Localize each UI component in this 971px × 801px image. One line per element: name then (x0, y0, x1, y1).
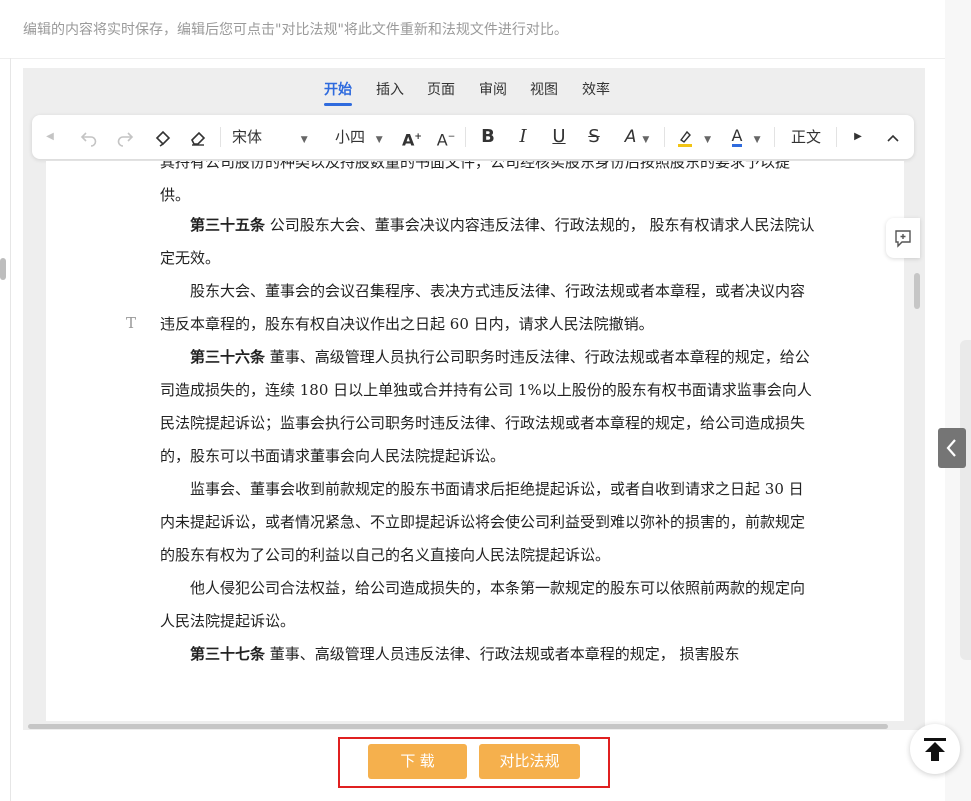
underline-icon[interactable]: U (546, 115, 572, 159)
font-size-select[interactable]: 小四 ▼ (335, 115, 395, 159)
bold-icon[interactable]: B (475, 115, 501, 159)
tab-view[interactable]: 视图 (530, 80, 558, 104)
arrow-up-icon (924, 738, 946, 761)
chevron-down-icon: ▼ (753, 135, 761, 145)
paragraph-text: 监事会、董事会收到前款规定的股东书面请求后拒绝提起诉讼，或者自收到请求之日起 3… (160, 480, 806, 564)
back-to-top-button[interactable] (910, 724, 960, 774)
toolbar-separator (774, 127, 775, 147)
font-color-icon[interactable]: A ▼ (726, 115, 766, 159)
paragraph: 股东大会、董事会的会议召集程序、表决方式违反法律、行政法规或者本章程，或者决议内… (160, 275, 816, 341)
redo-icon[interactable] (112, 115, 138, 159)
strikethrough-icon[interactable]: S (581, 115, 607, 159)
format-painter-icon[interactable] (150, 115, 176, 159)
article-heading: 第三十七条 (190, 645, 266, 663)
increase-font-icon[interactable]: A+ (399, 115, 425, 159)
collapse-up-icon[interactable] (880, 115, 906, 159)
paragraph-text: 董事、高级管理人员违反法律、行政法规或者本章程的规定， 损害股东 (265, 645, 740, 663)
text-style-marker: T (126, 314, 137, 332)
paragraph: 其持有公司股份的种类以及持股数量的书面文件，公司经核实股东身份后按照股东的要求予… (160, 161, 816, 212)
paragraph-text: 他人侵犯公司合法权益，给公司造成损失的，本条第一款规定的股东可以依照前两款的规定… (160, 579, 806, 630)
article-heading: 第三十五条 (190, 216, 266, 234)
chevron-down-icon: ▼ (300, 135, 308, 145)
next-icon[interactable]: ▶ (846, 115, 870, 159)
toolbar-separator (664, 127, 665, 147)
left-divider (10, 58, 11, 801)
tab-review[interactable]: 审阅 (479, 80, 507, 104)
toolbar-separator (220, 127, 221, 147)
compare-regulations-button[interactable]: 对比法规 (479, 744, 580, 779)
chevron-down-icon: ▼ (375, 135, 383, 145)
tab-start[interactable]: 开始 (324, 80, 352, 106)
paragraph: 第三十七条 董事、高级管理人员违反法律、行政法规或者本章程的规定， 损害股东 (160, 638, 816, 671)
notice-bar: 编辑的内容将实时保存，编辑后您可点击"对比法规"将此文件重新和法规文件进行对比。 (0, 0, 945, 59)
document-editor: 开始 插入 页面 审阅 视图 效率 ◀ 宋体 ▼ 小四 ▼ A+ A− B I … (23, 68, 925, 730)
document-page[interactable]: T 其持有公司股份的种类以及持股数量的书面文件，公司经核实股东身份后按照股东的要… (46, 161, 904, 721)
download-button[interactable]: 下 载 (368, 744, 467, 779)
font-family-select[interactable]: 宋体 ▼ (232, 115, 322, 159)
comment-button[interactable] (886, 218, 920, 258)
toolbar-separator (465, 127, 466, 147)
tab-insert[interactable]: 插入 (376, 80, 404, 104)
prev-icon[interactable]: ◀ (38, 115, 62, 159)
right-rail-edge (960, 340, 971, 660)
toolbar-separator (836, 127, 837, 147)
chevron-left-icon (946, 439, 956, 457)
eraser-icon[interactable] (185, 115, 211, 159)
vertical-scrollbar[interactable] (914, 273, 920, 309)
ribbon-tabs: 开始 插入 页面 审阅 视图 效率 (23, 80, 925, 106)
paragraph: 监事会、董事会收到前款规定的股东书面请求后拒绝提起诉讼，或者自收到请求之日起 3… (160, 473, 816, 572)
italic-icon[interactable]: I (510, 115, 536, 159)
decrease-font-icon[interactable]: A− (433, 115, 459, 159)
paragraph-text: 股东大会、董事会的会议召集程序、表决方式违反法律、行政法规或者本章程，或者决议内… (160, 282, 806, 333)
article-heading: 第三十六条 (190, 348, 266, 366)
text-effect-icon[interactable]: A ▼ (617, 115, 657, 159)
notice-text: 编辑的内容将实时保存，编辑后您可点击"对比法规"将此文件重新和法规文件进行对比。 (23, 22, 568, 38)
chevron-down-icon: ▼ (704, 135, 711, 145)
chevron-down-icon: ▼ (642, 135, 650, 145)
highlight-icon[interactable]: ▼ (674, 115, 714, 159)
paragraph-style-select[interactable]: 正文 (784, 115, 828, 159)
undo-icon[interactable] (76, 115, 102, 159)
font-size-value: 小四 (335, 128, 366, 146)
paragraph: 第三十六条 董事、高级管理人员执行公司职务时违反法律、行政法规或者本章程的规定，… (160, 341, 816, 473)
font-family-value: 宋体 (232, 128, 263, 146)
paragraph: 第三十五条 公司股东大会、董事会决议内容违反法律、行政法规的， 股东有权请求人民… (160, 209, 816, 275)
format-toolbar: ◀ 宋体 ▼ 小四 ▼ A+ A− B I U S A ▼ ▼ A ▼ 正文 ▶ (32, 115, 914, 159)
horizontal-scrollbar[interactable] (28, 724, 888, 729)
tab-page[interactable]: 页面 (427, 80, 455, 104)
paragraph: 他人侵犯公司合法权益，给公司造成损失的，本条第一款规定的股东可以依照前两款的规定… (160, 572, 816, 638)
tab-efficiency[interactable]: 效率 (582, 80, 610, 104)
collapse-panel-button[interactable] (938, 428, 966, 468)
paragraph-text: 其持有公司股份的种类以及持股数量的书面文件，公司经核实股东身份后按照股东的要求予… (160, 161, 791, 204)
comment-icon (895, 230, 911, 248)
left-resize-handle[interactable] (0, 258, 6, 280)
